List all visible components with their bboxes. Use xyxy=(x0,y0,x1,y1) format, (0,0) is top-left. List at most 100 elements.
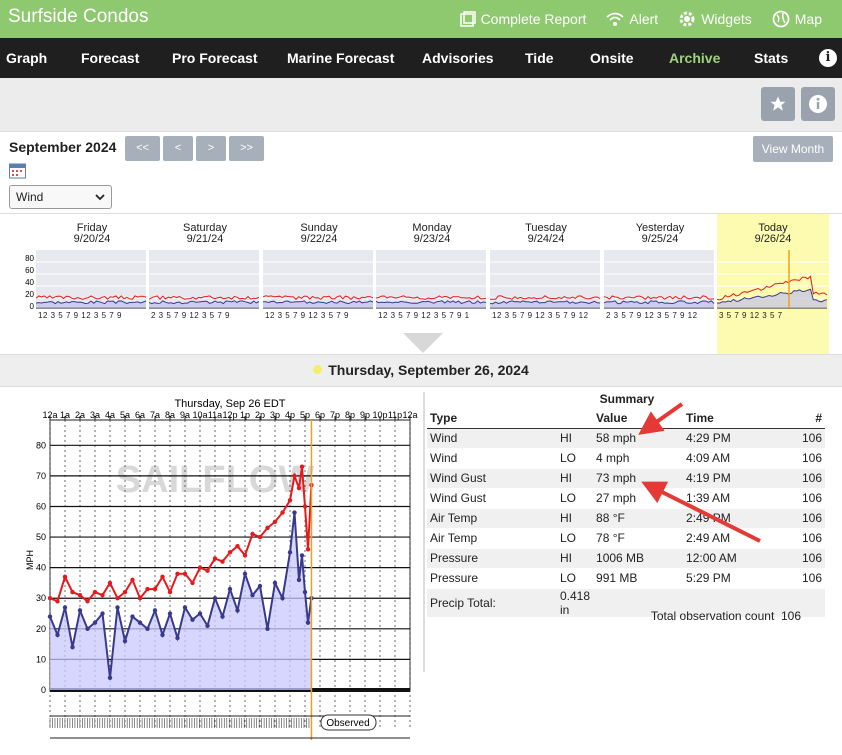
summary-row: Pressure HI 1006 MB 12:00 AM 106 xyxy=(427,548,825,569)
summary-title: Summary xyxy=(599,392,655,406)
nav-forecast[interactable]: Forecast xyxy=(81,50,139,66)
nav-advisories[interactable]: Advisories xyxy=(422,50,494,66)
mini-plot-bg xyxy=(490,250,600,308)
summary-cell-value: 991 MB xyxy=(593,568,684,589)
wind-point xyxy=(257,583,263,589)
summary-cell-hl: LO xyxy=(557,448,594,469)
mini-time-ticks: 2 3 5 7 9 12 3 5 7 9 12 xyxy=(606,311,698,320)
variable-select[interactable]: Wind xyxy=(9,185,112,209)
prev-button[interactable]: < xyxy=(163,136,193,161)
nav-onsite[interactable]: Onsite xyxy=(590,50,634,66)
gust-point xyxy=(212,556,218,561)
gust-point xyxy=(55,599,60,604)
nav-stats[interactable]: Stats xyxy=(754,50,788,66)
summary-cell-hl: LO xyxy=(557,568,594,589)
summary-cell-hl: 0.418 in xyxy=(557,588,594,618)
site-title[interactable]: Surfside Condos xyxy=(8,6,148,28)
gust-point xyxy=(122,589,128,595)
complete-report-link[interactable]: Complete Report xyxy=(459,11,587,27)
wind-point xyxy=(265,626,270,632)
mini-time-ticks: 12 3 5 7 9 12 3 5 7 9 1 xyxy=(378,311,470,320)
nav-info-icon[interactable]: i xyxy=(819,49,837,67)
x-tick-label: 9p xyxy=(360,410,370,420)
summary-cell-hl: HI xyxy=(557,548,594,569)
summary-cell-n: 106 xyxy=(783,488,825,509)
station-info-button[interactable] xyxy=(801,87,835,121)
gust-point xyxy=(220,559,225,564)
day-mini-chart: 2 3 5 7 9 12 3 5 7 9 xyxy=(149,250,260,320)
summary-cell-hl: HI xyxy=(557,508,594,529)
wind-point xyxy=(190,617,195,622)
calendar-icon[interactable] xyxy=(9,162,26,179)
day-column[interactable]: Today 9/26/24 3 5 7 9 12 3 5 7 xyxy=(717,214,829,354)
map-link[interactable]: Map xyxy=(772,10,822,28)
total-value: 106 xyxy=(780,609,801,623)
alert-label: Alert xyxy=(629,11,659,27)
day-column[interactable]: Sunday 9/22/24 12 3 5 7 9 12 3 5 7 9 xyxy=(263,214,375,354)
wind-point xyxy=(292,510,297,515)
gust-point xyxy=(227,550,233,555)
first-button[interactable]: << xyxy=(125,136,160,161)
x-tick-label: 12a xyxy=(42,410,57,420)
y-tick-label: 70 xyxy=(36,471,46,481)
selected-date-bar: Thursday, September 26, 2024 xyxy=(0,354,842,387)
total-observations: Total observation count 106 xyxy=(651,609,801,623)
summary-cell-n: 106 xyxy=(783,528,825,549)
month-title: September 2024 xyxy=(9,139,117,155)
wind-point xyxy=(287,550,293,555)
x-tick-label: 11p xyxy=(388,410,402,420)
day-column[interactable]: Saturday 9/21/24 2 3 5 7 9 12 3 5 7 9 xyxy=(149,214,261,354)
selected-day-pointer xyxy=(403,333,443,353)
day-column[interactable]: Tuesday 9/24/24 12 3 5 7 9 12 3 5 7 9 12 xyxy=(490,214,602,354)
summary-cell-n: 106 xyxy=(783,428,825,449)
next-button[interactable]: > xyxy=(196,136,226,161)
gust-point xyxy=(292,473,297,479)
mini-time-ticks: 2 3 5 7 9 12 3 5 7 9 xyxy=(151,311,230,320)
x-tick-label: 2a xyxy=(75,410,85,420)
day-column[interactable]: Yesterday 9/25/24 2 3 5 7 9 12 3 5 7 9 12 xyxy=(604,214,716,354)
wind-point xyxy=(280,596,285,601)
complete-report-label: Complete Report xyxy=(480,11,587,27)
wind-point xyxy=(299,553,305,558)
y-tick-label: 80 xyxy=(36,440,46,450)
week-ytick-label: 80 xyxy=(25,254,34,263)
x-tick-label: 8p xyxy=(345,410,355,420)
summary-cell-type: Pressure xyxy=(427,568,557,589)
gust-point xyxy=(302,504,308,509)
nav-marine-forecast[interactable]: Marine Forecast xyxy=(287,50,394,66)
alert-link[interactable]: Alert xyxy=(606,11,658,27)
summary-cell-type: Air Temp xyxy=(427,508,557,529)
favorite-button[interactable] xyxy=(761,87,795,121)
wind-point xyxy=(235,608,240,613)
x-tick-label: 4p xyxy=(285,410,295,420)
summary-table: Type Value Time # Wind HI 58 mph 4:29 PM 106… xyxy=(427,408,825,618)
day-column[interactable]: Friday 9/20/24 12 3 5 7 9 12 3 5 7 9 xyxy=(36,214,148,354)
summary-cell-type: Wind Gust xyxy=(427,468,557,489)
gust-point xyxy=(280,510,285,515)
summary-cell-time: 2:49 AM xyxy=(683,528,784,549)
nav-pro-forecast[interactable]: Pro Forecast xyxy=(172,50,258,66)
mini-time-ticks: 12 3 5 7 9 12 3 5 7 9 xyxy=(38,311,122,320)
chevron-down-icon xyxy=(95,194,105,201)
summary-row: Air Temp LO 78 °F 2:49 AM 106 xyxy=(427,528,825,549)
total-label: Total observation count xyxy=(650,609,775,623)
wind-point xyxy=(55,632,60,638)
selected-date-title: Thursday, September 26, 2024 xyxy=(0,362,842,378)
nav-archive[interactable]: Archive xyxy=(669,50,720,66)
gust-point xyxy=(70,589,75,595)
x-tick-label: 6a xyxy=(135,410,145,420)
nav-graph[interactable]: Graph xyxy=(6,50,47,66)
summary-row: Wind HI 58 mph 4:29 PM 106 xyxy=(427,428,825,449)
wind-point xyxy=(250,592,255,598)
gust-point xyxy=(272,519,278,524)
view-month-button[interactable]: View Month xyxy=(753,136,833,162)
x-tick-label: 7a xyxy=(150,410,160,420)
x-tick-label: 10a xyxy=(192,410,207,420)
gust-point xyxy=(235,544,240,549)
widgets-link[interactable]: Widgets xyxy=(678,10,752,28)
wind-point xyxy=(85,626,90,632)
wind-point xyxy=(92,620,98,625)
summary-cell-type: Air Temp xyxy=(427,528,557,549)
nav-tide[interactable]: Tide xyxy=(525,50,554,66)
last-button[interactable]: >> xyxy=(229,136,264,161)
